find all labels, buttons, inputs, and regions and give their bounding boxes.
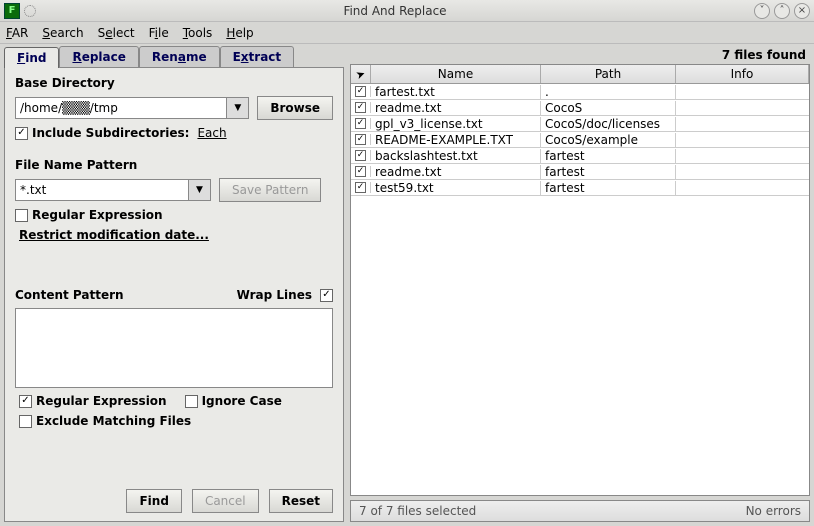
cell-path: CocoS/doc/licenses bbox=[541, 117, 676, 131]
cell-path: fartest bbox=[541, 181, 676, 195]
regex-file-check-icon bbox=[15, 209, 28, 222]
row-checkbox[interactable]: ✓ bbox=[351, 166, 371, 177]
tab-rename[interactable]: Rename bbox=[139, 46, 220, 67]
find-button[interactable]: Find bbox=[126, 489, 181, 513]
row-checkbox[interactable]: ✓ bbox=[351, 118, 371, 129]
include-subdirs-label: Include Subdirectories: bbox=[32, 126, 189, 140]
ignore-case-label: Ignore Case bbox=[202, 394, 282, 408]
status-right: No errors bbox=[746, 504, 801, 518]
exclude-matching-label: Exclude Matching Files bbox=[36, 414, 191, 428]
menu-help[interactable]: Help bbox=[226, 26, 253, 40]
wrap-lines-checkbox[interactable]: ✓ bbox=[320, 289, 333, 302]
base-dir-input[interactable] bbox=[15, 97, 227, 119]
exclude-matching-checkbox[interactable]: Exclude Matching Files bbox=[15, 414, 333, 428]
tab-bar: Find Replace Rename Extract bbox=[4, 46, 344, 67]
statusbar: 7 of 7 files selected No errors bbox=[350, 500, 810, 522]
tab-extract[interactable]: Extract bbox=[220, 46, 295, 67]
app-icon: F bbox=[4, 3, 20, 19]
base-dir-dropdown-icon[interactable]: ▼ bbox=[227, 97, 249, 119]
cell-name: readme.txt bbox=[371, 165, 541, 179]
base-dir-label: Base Directory bbox=[15, 76, 333, 90]
exclude-matching-check-icon bbox=[19, 415, 32, 428]
cell-path: fartest bbox=[541, 149, 676, 163]
file-pattern-input[interactable] bbox=[15, 179, 189, 201]
results-table: ➤ Name Path Info ✓fartest.txt.✓readme.tx… bbox=[350, 64, 810, 496]
close-button[interactable]: × bbox=[794, 3, 810, 19]
cell-name: gpl_v3_license.txt bbox=[371, 117, 541, 131]
include-subdirs-checkbox[interactable]: ✓ Include Subdirectories: bbox=[15, 126, 189, 140]
browse-button[interactable]: Browse bbox=[257, 96, 333, 120]
titlebar: F Find And Replace ˅ ˄ × bbox=[0, 0, 814, 22]
cell-path: fartest bbox=[541, 165, 676, 179]
content-pattern-input[interactable] bbox=[15, 308, 333, 388]
ignore-case-checkbox[interactable]: Ignore Case bbox=[185, 394, 282, 408]
table-body: ✓fartest.txt.✓readme.txtCocoS✓gpl_v3_lic… bbox=[351, 84, 809, 495]
file-pattern-dropdown-icon[interactable]: ▼ bbox=[189, 179, 211, 201]
regex-content-check-icon: ✓ bbox=[19, 395, 32, 408]
cancel-button: Cancel bbox=[192, 489, 259, 513]
restrict-date-link[interactable]: Restrict modification date... bbox=[15, 228, 333, 242]
file-pattern-combo[interactable]: ▼ bbox=[15, 179, 211, 201]
window-title: Find And Replace bbox=[40, 4, 750, 18]
regex-content-checkbox[interactable]: ✓ Regular Expression bbox=[19, 394, 167, 408]
col-info[interactable]: Info bbox=[676, 65, 809, 83]
file-pattern-label: File Name Pattern bbox=[15, 158, 333, 172]
reset-button[interactable]: Reset bbox=[269, 489, 333, 513]
cell-name: test59.txt bbox=[371, 181, 541, 195]
table-row[interactable]: ✓test59.txtfartest bbox=[351, 180, 809, 196]
menu-tools[interactable]: Tools bbox=[183, 26, 213, 40]
menu-file[interactable]: File bbox=[149, 26, 169, 40]
minimize-button[interactable]: ˅ bbox=[754, 3, 770, 19]
cursor-icon: ➤ bbox=[354, 66, 367, 81]
cell-name: readme.txt bbox=[371, 101, 541, 115]
base-dir-combo[interactable]: ▼ bbox=[15, 97, 249, 119]
menu-far[interactable]: FAR bbox=[6, 26, 28, 40]
cell-name: fartest.txt bbox=[371, 85, 541, 99]
menu-search[interactable]: Search bbox=[42, 26, 83, 40]
menu-select[interactable]: Select bbox=[98, 26, 135, 40]
col-path[interactable]: Path bbox=[541, 65, 676, 83]
col-name[interactable]: Name bbox=[371, 65, 541, 83]
row-checkbox[interactable]: ✓ bbox=[351, 134, 371, 145]
table-header: ➤ Name Path Info bbox=[351, 65, 809, 84]
row-checkbox[interactable]: ✓ bbox=[351, 86, 371, 97]
table-row[interactable]: ✓fartest.txt. bbox=[351, 84, 809, 100]
content-pattern-label: Content Pattern bbox=[15, 288, 124, 302]
table-row[interactable]: ✓gpl_v3_license.txtCocoS/doc/licenses bbox=[351, 116, 809, 132]
status-left: 7 of 7 files selected bbox=[359, 504, 476, 518]
table-row[interactable]: ✓readme.txtfartest bbox=[351, 164, 809, 180]
cell-path: . bbox=[541, 85, 676, 99]
cell-path: CocoS bbox=[541, 101, 676, 115]
select-all-header[interactable]: ➤ bbox=[351, 65, 371, 83]
cell-name: backslashtest.txt bbox=[371, 149, 541, 163]
files-found-label: 7 files found bbox=[350, 46, 810, 64]
table-row[interactable]: ✓readme.txtCocoS bbox=[351, 100, 809, 116]
tab-replace[interactable]: Replace bbox=[59, 46, 138, 67]
regex-file-checkbox[interactable]: Regular Expression bbox=[15, 208, 333, 222]
table-row[interactable]: ✓backslashtest.txtfartest bbox=[351, 148, 809, 164]
find-panel: Base Directory ▼ Browse ✓ Include Subdir… bbox=[4, 67, 344, 522]
busy-icon bbox=[24, 5, 36, 17]
save-pattern-button: Save Pattern bbox=[219, 178, 321, 202]
row-checkbox[interactable]: ✓ bbox=[351, 102, 371, 113]
each-link[interactable]: Each bbox=[197, 126, 226, 140]
ignore-case-check-icon bbox=[185, 395, 198, 408]
cell-path: CocoS/example bbox=[541, 133, 676, 147]
table-row[interactable]: ✓README-EXAMPLE.TXTCocoS/example bbox=[351, 132, 809, 148]
regex-content-label: Regular Expression bbox=[36, 394, 167, 408]
cell-name: README-EXAMPLE.TXT bbox=[371, 133, 541, 147]
include-subdirs-check-icon: ✓ bbox=[15, 127, 28, 140]
regex-file-label: Regular Expression bbox=[32, 208, 163, 222]
menubar: FAR Search Select File Tools Help bbox=[0, 22, 814, 44]
tab-find[interactable]: Find bbox=[4, 47, 59, 68]
row-checkbox[interactable]: ✓ bbox=[351, 182, 371, 193]
maximize-button[interactable]: ˄ bbox=[774, 3, 790, 19]
row-checkbox[interactable]: ✓ bbox=[351, 150, 371, 161]
wrap-lines-label: Wrap Lines bbox=[237, 288, 312, 302]
